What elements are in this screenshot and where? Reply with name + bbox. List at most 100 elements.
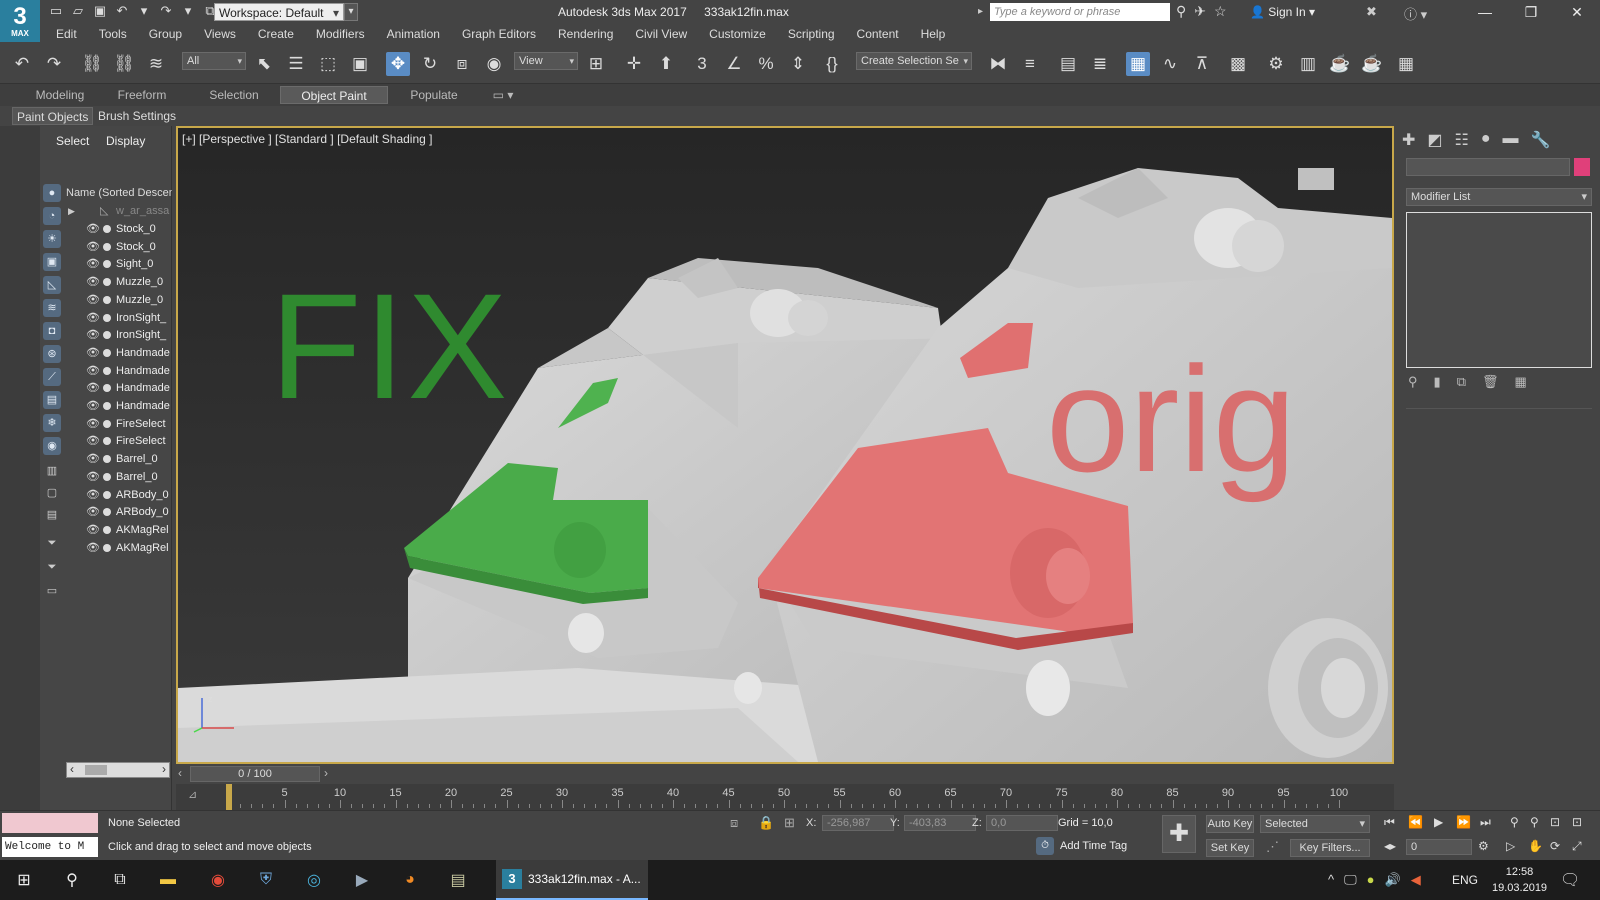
- sign-in-button[interactable]: 👤 Sign In ▾: [1250, 5, 1315, 19]
- tab-populate[interactable]: Populate: [400, 86, 468, 104]
- rectangular-region-icon[interactable]: ⬚: [316, 52, 340, 76]
- unlink-icon[interactable]: ⛓: [112, 52, 136, 76]
- tray-flag-icon[interactable]: ◀: [1411, 872, 1421, 888]
- select-all-icon[interactable]: ▥: [43, 462, 61, 480]
- explorer-display-tab[interactable]: Display: [106, 134, 145, 148]
- restore-icon[interactable]: ❐: [1508, 0, 1554, 24]
- visibility-eye-icon[interactable]: 👁: [86, 432, 100, 450]
- app-shield-icon[interactable]: ⛨: [254, 868, 278, 892]
- network-icon[interactable]: 🖵: [1344, 872, 1357, 888]
- explorer-item-row[interactable]: 👁 FireSelect: [66, 432, 172, 450]
- visibility-eye-icon[interactable]: 👁: [86, 344, 100, 362]
- explorer-select-tab[interactable]: Select: [56, 134, 89, 148]
- filter-funnel-icon[interactable]: ⏷: [43, 534, 61, 552]
- explorer-item-row[interactable]: 👁 IronSight_: [66, 326, 172, 344]
- menu-help[interactable]: Help: [921, 27, 946, 41]
- menu-group[interactable]: Group: [149, 27, 182, 41]
- workspace-menu-icon[interactable]: ▾: [344, 3, 358, 21]
- move-icon[interactable]: ✥: [386, 52, 410, 76]
- explorer-item-row[interactable]: 👁 ARBody_0: [66, 486, 172, 504]
- freeze-dot-icon[interactable]: [103, 543, 111, 552]
- expand-arrow-icon[interactable]: ▶: [68, 202, 75, 220]
- menu-rendering[interactable]: Rendering: [558, 27, 613, 41]
- visibility-eye-icon[interactable]: 👁: [86, 521, 100, 539]
- filter-cameras-icon[interactable]: ▣: [43, 253, 61, 271]
- undo-icon[interactable]: ↶: [114, 3, 130, 19]
- volume-icon[interactable]: 🔊: [1385, 872, 1401, 888]
- satellite-icon[interactable]: ✈: [1194, 3, 1206, 20]
- modifier-list-dropdown[interactable]: Modifier List: [1406, 188, 1592, 206]
- key-mode-icon[interactable]: ⋰: [1266, 839, 1279, 855]
- scroll-thumb[interactable]: [85, 765, 107, 775]
- reference-coordinate-dropdown[interactable]: View: [514, 52, 578, 70]
- z-coord-input[interactable]: 0,0: [986, 815, 1058, 831]
- menu-create[interactable]: Create: [258, 27, 294, 41]
- keyboard-shortcut-icon[interactable]: ⬆: [654, 52, 678, 76]
- maxscript-listener-input[interactable]: [2, 813, 98, 833]
- bind-space-warp-icon[interactable]: ≋: [144, 52, 168, 76]
- curve-editor-mini-icon[interactable]: ⊿: [188, 788, 197, 801]
- absolute-mode-icon[interactable]: ⊞: [784, 815, 795, 831]
- next-frame-icon[interactable]: ⏩: [1456, 815, 1471, 829]
- binoculars-icon[interactable]: ⚲: [1176, 3, 1186, 20]
- filter-geometry-icon[interactable]: ●: [43, 184, 61, 202]
- track-bar[interactable]: ⊿ 5 10 15 20 25 30 35 40 45 50 55 60 65 70 75 80 85 90 95 1…: [176, 784, 1394, 810]
- selection-filter-dropdown[interactable]: All: [182, 52, 246, 70]
- y-coord-input[interactable]: -403,83: [904, 815, 976, 831]
- app-window-icon[interactable]: ▤: [446, 868, 470, 892]
- modifier-stack[interactable]: [1406, 212, 1592, 368]
- field-of-view-icon[interactable]: ▷: [1506, 839, 1515, 853]
- select-object-icon[interactable]: ⬉: [252, 52, 276, 76]
- freeze-dot-icon[interactable]: [103, 490, 111, 499]
- previous-frame-icon[interactable]: ⏪: [1408, 815, 1423, 829]
- edit-named-selection-icon[interactable]: {}: [820, 52, 844, 76]
- invert-selection-icon[interactable]: ▤: [43, 506, 61, 524]
- visibility-eye-icon[interactable]: 👁: [86, 503, 100, 521]
- save-icon[interactable]: ▣: [92, 3, 108, 19]
- align-icon[interactable]: ≡: [1018, 52, 1042, 76]
- subtab-paint-objects[interactable]: Paint Objects: [12, 107, 94, 125]
- language-indicator[interactable]: ENG: [1452, 873, 1478, 887]
- visibility-eye-icon[interactable]: 👁: [86, 468, 100, 486]
- place-icon[interactable]: ◉: [482, 52, 506, 76]
- explorer-item-row[interactable]: 👁 Muzzle_0: [66, 291, 172, 309]
- menu-views[interactable]: Views: [204, 27, 236, 41]
- app-arrow-icon[interactable]: ▶: [350, 868, 374, 892]
- menu-animation[interactable]: Animation: [387, 27, 440, 41]
- motion-tab-icon[interactable]: ●: [1481, 130, 1491, 150]
- render-iterative-icon[interactable]: ☕: [1360, 52, 1384, 76]
- freeze-dot-icon[interactable]: [103, 384, 111, 393]
- visibility-eye-icon[interactable]: 👁: [86, 415, 100, 433]
- menu-content[interactable]: Content: [857, 27, 899, 41]
- freeze-dot-icon[interactable]: [103, 472, 111, 481]
- select-manipulate-icon[interactable]: ✛: [622, 52, 646, 76]
- search-input[interactable]: Type a keyword or phrase: [990, 3, 1170, 21]
- tab-modeling[interactable]: Modeling: [28, 86, 92, 104]
- freeze-dot-icon[interactable]: [103, 278, 111, 287]
- freeze-dot-icon[interactable]: [103, 366, 111, 375]
- tab-freeform[interactable]: Freeform: [108, 86, 176, 104]
- file-explorer-icon[interactable]: ▬: [156, 868, 180, 892]
- filter-helpers-icon[interactable]: ◺: [43, 276, 61, 294]
- app-fingerprint-icon[interactable]: ◎: [302, 868, 326, 892]
- filter-spacewarps-icon[interactable]: ≋: [43, 299, 61, 317]
- visibility-eye-icon[interactable]: 👁: [86, 273, 100, 291]
- go-to-end-icon[interactable]: ⏭: [1480, 815, 1491, 830]
- set-key-button[interactable]: Set Key: [1206, 839, 1254, 857]
- visibility-eye-icon[interactable]: 👁: [86, 220, 100, 238]
- explorer-item-row[interactable]: 👁 Handmade: [66, 362, 172, 380]
- visibility-eye-icon[interactable]: 👁: [86, 362, 100, 380]
- explorer-item-row[interactable]: 👁 Handmade: [66, 397, 172, 415]
- tray-expand-icon[interactable]: ^: [1328, 872, 1334, 888]
- visibility-eye-icon[interactable]: 👁: [86, 309, 100, 327]
- freeze-dot-icon[interactable]: [103, 331, 111, 340]
- show-end-result-icon[interactable]: ▮: [1434, 374, 1441, 390]
- schematic-view-icon[interactable]: ⊼: [1190, 52, 1214, 76]
- orbit-icon[interactable]: ⟳: [1550, 839, 1560, 853]
- scroll-right-icon[interactable]: ›: [162, 762, 166, 776]
- minimize-icon[interactable]: —: [1462, 0, 1508, 24]
- visibility-eye-icon[interactable]: 👁: [86, 379, 100, 397]
- freeze-dot-icon[interactable]: [103, 225, 111, 233]
- new-file-icon[interactable]: ▭: [48, 3, 64, 19]
- close-icon[interactable]: ✕: [1554, 0, 1600, 24]
